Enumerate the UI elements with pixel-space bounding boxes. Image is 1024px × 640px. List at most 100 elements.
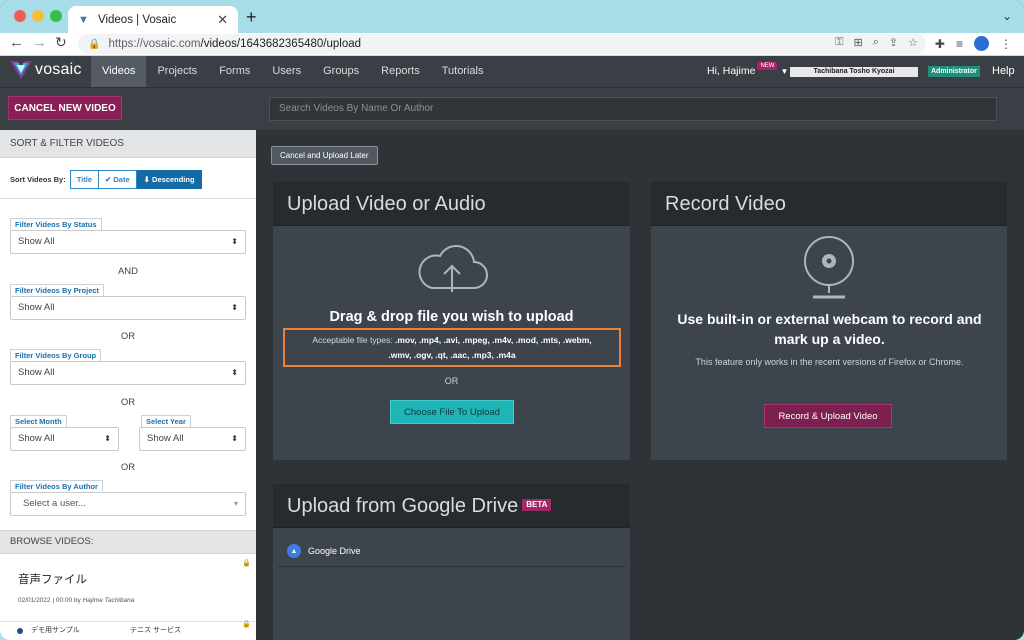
divider — [278, 566, 625, 567]
nav-videos[interactable]: Videos — [91, 56, 147, 87]
video-project-name: デモ用サンプル — [31, 627, 80, 634]
main-nav: Videos Projects Forms Users Groups Repor… — [91, 56, 494, 87]
google-drive-button[interactable]: ▲ Google Drive — [287, 544, 361, 558]
video-author: Hajime Tachibana — [82, 597, 135, 604]
nav-tutorials[interactable]: Tutorials — [431, 56, 495, 87]
cancel-upload-later-button[interactable]: Cancel and Upload Later — [271, 146, 378, 165]
title-bar: ▼ Videos | Vosaic ✕ + ⌄ — [0, 0, 1024, 33]
filter-sidebar: SORT & FILTER VIDEOS Sort Videos By: Tit… — [0, 130, 256, 640]
new-tab-button[interactable]: + — [246, 7, 257, 28]
google-drive-label: Google Drive — [308, 546, 361, 556]
toolbar-row: CANCEL NEW VIDEO Search Videos By Name O… — [0, 87, 1024, 130]
group-filter-select[interactable]: Show All ⬍ — [10, 361, 246, 385]
author-filter-label: Filter Videos By Author — [10, 480, 103, 492]
reload-icon[interactable]: ↻ — [55, 34, 67, 51]
extension-icons: ✚ ≡ ⋮ — [935, 36, 1012, 51]
video-group-name: テニス サービス — [130, 627, 181, 634]
group-filter-label: Filter Videos By Group — [10, 349, 102, 361]
cancel-new-video-button[interactable]: CANCEL NEW VIDEO — [8, 96, 122, 120]
sort-label: Sort Videos By: — [10, 175, 66, 184]
browse-videos-heading: BROWSE VIDEOS: — [0, 530, 256, 554]
status-filter-select[interactable]: Show All ⬍ — [10, 230, 246, 254]
divider — [0, 198, 256, 199]
vosaic-logo-icon — [10, 61, 32, 79]
minimize-window-button[interactable] — [32, 10, 44, 22]
sort-controls: Sort Videos By: Title ✔ Date ⬇ Descendin… — [10, 170, 202, 189]
sort-descending-button[interactable]: ⬇ Descending — [136, 170, 202, 189]
video-list-item[interactable]: 🔒 音声ファイル 02/01/2022 | 00:00 by Hajime Ta… — [0, 555, 256, 622]
project-dot-icon — [17, 628, 23, 634]
acceptable-file-types: Acceptable file types: .mov, .mp4, .avi,… — [283, 328, 621, 367]
project-filter-select[interactable]: Show All ⬍ — [10, 296, 246, 320]
record-panel-heading: Record Video — [651, 182, 1007, 226]
webcam-icon — [804, 236, 854, 299]
author-filter-placeholder: Select a user... — [23, 498, 86, 509]
nav-forms[interactable]: Forms — [208, 56, 261, 87]
share-icon[interactable]: ⇪ — [889, 36, 898, 49]
year-filter-label: Select Year — [141, 415, 191, 427]
year-filter-select[interactable]: Show All ⬍ — [139, 427, 246, 451]
author-filter-select[interactable]: Select a user... ▾ — [10, 492, 246, 516]
nav-reports[interactable]: Reports — [370, 56, 431, 87]
url-path: /videos/1643682365480/upload — [200, 38, 362, 50]
browser-window: ▼ Videos | Vosaic ✕ + ⌄ ← → ↻ 🔒 https://… — [0, 0, 1024, 640]
bookmark-star-icon[interactable]: ☆ — [908, 36, 918, 49]
google-drive-icon: ▲ — [287, 544, 301, 558]
select-arrows-icon: ⬍ — [231, 368, 238, 377]
record-browser-note: This feature only works in the recent ve… — [695, 357, 964, 367]
search-videos-input[interactable]: Search Videos By Name Or Author — [269, 97, 997, 121]
back-icon[interactable]: ← — [9, 34, 24, 51]
maximize-window-button[interactable] — [50, 10, 62, 22]
vosaic-favicon-icon: ▼ — [78, 13, 89, 26]
sort-title-button[interactable]: Title — [69, 170, 100, 189]
translate-icon[interactable]: ⊞ — [854, 36, 863, 49]
dropdown-arrow-icon: ▾ — [233, 499, 238, 508]
nav-users[interactable]: Users — [261, 56, 312, 87]
record-description: Use built-in or external webcam to recor… — [677, 311, 982, 347]
lock-icon: 🔒 — [242, 621, 251, 628]
vosaic-logo[interactable]: vosaic — [10, 61, 82, 79]
month-filter-select[interactable]: Show All ⬍ — [10, 427, 119, 451]
video-title: 音声ファイル — [18, 574, 87, 586]
new-badge: NEW — [757, 62, 778, 70]
or-separator: OR — [120, 331, 136, 342]
browser-menu-icon[interactable]: ⋮ — [1000, 37, 1012, 51]
video-list-item[interactable]: 🔒 デモ用サンプル テニス サービス — [0, 621, 256, 640]
url-bar[interactable]: 🔒 https://vosaic.com/videos/164368236548… — [78, 34, 926, 54]
record-upload-button[interactable]: Record & Upload Video — [764, 404, 892, 428]
or-separator: OR — [120, 397, 136, 408]
user-menu-caret-icon: ▼ — [780, 66, 789, 76]
address-bar-row: ← → ↻ 🔒 https://vosaic.com/videos/164368… — [0, 33, 1024, 56]
key-icon[interactable]: ⚿ — [835, 36, 843, 49]
status-filter-value: Show All — [18, 236, 55, 247]
browser-tab[interactable]: ▼ Videos | Vosaic ✕ — [68, 6, 238, 33]
sort-date-button[interactable]: ✔ Date — [99, 170, 137, 189]
gdrive-panel-heading: Upload from Google Drive BETA — [273, 484, 630, 528]
sort-filter-heading: SORT & FILTER VIDEOS — [0, 130, 256, 158]
help-link[interactable]: Help — [992, 65, 1015, 77]
tab-search-chevron-icon[interactable]: ⌄ — [1002, 9, 1012, 23]
close-tab-icon[interactable]: ✕ — [217, 12, 228, 28]
profile-avatar[interactable] — [974, 36, 989, 51]
file-types-line2: .wmv, .ogv, .qt, .aac, .mp3, .m4a — [388, 350, 516, 360]
select-arrows-icon: ⬍ — [231, 237, 238, 246]
drag-drop-title: Drag & drop file you wish to upload — [329, 309, 574, 325]
arrow-down-circle-icon: ⬇ — [143, 175, 153, 184]
reading-list-icon[interactable]: ≡ — [956, 37, 963, 51]
forward-icon[interactable]: → — [32, 34, 47, 51]
nav-projects[interactable]: Projects — [146, 56, 208, 87]
organization-selector[interactable]: Tachibana Tosho Kyozai — [790, 67, 918, 77]
choose-file-button[interactable]: Choose File To Upload — [390, 400, 514, 424]
and-separator: AND — [117, 266, 139, 277]
group-filter-value: Show All — [18, 367, 55, 378]
upload-video-panel[interactable]: Upload Video or Audio Drag & drop file y… — [273, 182, 630, 460]
extensions-puzzle-icon[interactable]: ✚ — [935, 37, 945, 51]
video-meta: 02/01/2022 | 00:00 by Hajime Tachibana — [18, 597, 134, 604]
lock-icon: 🔒 — [88, 38, 101, 50]
gdrive-heading-text: Upload from Google Drive — [287, 495, 519, 517]
zoom-icon[interactable]: ⌕ — [873, 36, 879, 49]
nav-groups[interactable]: Groups — [312, 56, 370, 87]
select-arrows-icon: ⬍ — [231, 434, 238, 443]
close-window-button[interactable] — [14, 10, 26, 22]
user-menu[interactable]: Hi, Hajime NEW ▼ — [707, 62, 789, 77]
